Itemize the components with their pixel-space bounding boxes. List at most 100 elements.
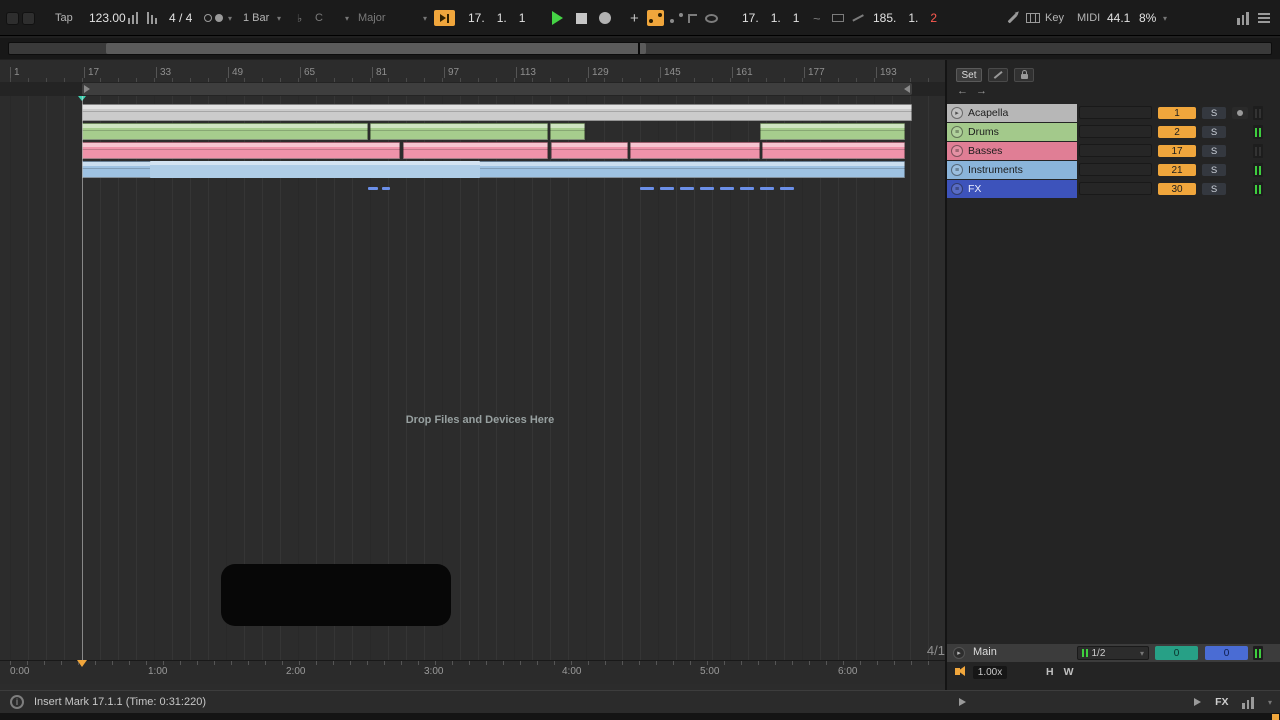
metronome-button[interactable] — [204, 0, 223, 36]
loop-button[interactable] — [705, 0, 718, 36]
bar-number[interactable]: 97 — [444, 67, 459, 78]
overview-viewport[interactable] — [106, 43, 646, 54]
time-signature-field[interactable]: 4 / 4 — [169, 0, 192, 36]
key-map-button[interactable]: Key — [1045, 0, 1064, 36]
track-io-slot[interactable] — [1079, 182, 1152, 195]
crossfade-chooser[interactable]: 1/2 ▾ — [1077, 646, 1149, 660]
track-name[interactable]: ≡Basses — [947, 142, 1077, 160]
fx-mini-clip[interactable] — [740, 187, 754, 190]
playback-speed-field[interactable]: 1.00x — [973, 666, 1007, 679]
main-track-row[interactable]: ▸ Main 1/2 ▾ 0 0 — [947, 644, 1280, 662]
menu-icon[interactable] — [1258, 0, 1270, 36]
loop-start-marker-icon[interactable] — [84, 85, 90, 93]
track-name[interactable]: ≡FX — [947, 180, 1077, 198]
instruments-clip[interactable] — [150, 161, 480, 178]
overload-meter-icon[interactable] — [1237, 0, 1249, 36]
track-number-badge[interactable]: 21 — [1158, 164, 1196, 176]
set-marker-button[interactable]: Set — [956, 68, 982, 82]
fx-mini-clip[interactable] — [720, 187, 734, 190]
solo-button[interactable]: S — [1202, 145, 1226, 157]
solo-button[interactable]: S — [1202, 107, 1226, 119]
cpu-caret[interactable]: ▾ — [1163, 0, 1167, 36]
track-header-instruments[interactable]: ≡Instruments21S — [947, 161, 1280, 179]
beat-time-ruler[interactable]: 1173349658197113129145161177193 — [0, 64, 947, 82]
scale-caret[interactable]: ▾ — [423, 0, 427, 36]
lane-basses[interactable] — [0, 142, 947, 160]
bar-number[interactable]: 161 — [732, 67, 753, 78]
bar-number[interactable]: 49 — [228, 67, 243, 78]
solo-button[interactable]: S — [1202, 183, 1226, 195]
cpu-meter[interactable]: 8% — [1139, 0, 1156, 36]
arrangement-position-field[interactable]: 17.1.1 — [468, 0, 525, 36]
speaker-icon[interactable] — [955, 668, 960, 675]
drums-clip[interactable] — [370, 123, 548, 140]
track-number-badge[interactable]: 17 — [1158, 145, 1196, 157]
arm-button[interactable] — [1232, 107, 1248, 119]
lock-button[interactable] — [1014, 68, 1034, 82]
nudge-up-button[interactable] — [147, 0, 157, 36]
fx-mini-clip[interactable] — [780, 187, 794, 190]
master-volume-field[interactable]: 0 — [1205, 646, 1248, 660]
bar-number[interactable]: 17 — [84, 67, 99, 78]
sample-rate-display[interactable]: 44.1 — [1107, 0, 1130, 36]
basses-clip[interactable] — [630, 142, 760, 159]
midi-map-button[interactable]: MIDI — [1077, 0, 1100, 36]
track-name[interactable]: ▸Acapella — [947, 104, 1077, 122]
loop-end-marker-icon[interactable] — [904, 85, 910, 93]
track-header-drums[interactable]: ≡Drums2S — [947, 123, 1280, 141]
track-io-slot[interactable] — [1079, 144, 1152, 157]
loop-brace-band[interactable] — [0, 82, 947, 96]
tempo-field[interactable]: 123.00 — [89, 0, 126, 36]
draw-marker-button[interactable] — [988, 68, 1008, 82]
link-toggles[interactable] — [6, 0, 35, 36]
scale-mode-icon[interactable]: ♭ — [297, 0, 302, 36]
arrangement-overview[interactable] — [0, 38, 1280, 59]
track-name[interactable]: ≡Drums — [947, 123, 1077, 141]
track-io-slot[interactable] — [1079, 125, 1152, 138]
status-caret-icon[interactable]: ▾ — [1268, 698, 1272, 707]
fx-mini-clip[interactable] — [660, 187, 674, 190]
prev-marker-button[interactable]: ← — [957, 85, 968, 97]
bar-number[interactable]: 1 — [10, 67, 20, 78]
cue-volume-field[interactable]: 0 — [1155, 646, 1198, 660]
basses-clip[interactable] — [82, 142, 400, 159]
track-number-badge[interactable]: 2 — [1158, 126, 1196, 138]
key-root-chooser[interactable]: C — [315, 0, 323, 36]
track-number-badge[interactable]: 30 — [1158, 183, 1196, 195]
quantize-caret[interactable]: ▾ — [277, 0, 281, 36]
bar-number[interactable]: 145 — [660, 67, 681, 78]
punch-out-button[interactable]: ~ — [813, 0, 821, 36]
track-header-acapella[interactable]: ▸Acapella1S — [947, 104, 1280, 122]
drums-clip[interactable] — [82, 123, 368, 140]
track-io-slot[interactable] — [1079, 163, 1152, 176]
track-header-basses[interactable]: ≡Basses 17 S — [947, 142, 1280, 160]
computer-midi-keyboard-button[interactable] — [1026, 0, 1040, 36]
metronome-menu-caret[interactable]: ▾ — [228, 0, 232, 36]
tap-tempo-button[interactable]: Tap — [55, 0, 73, 36]
loop-range-button[interactable] — [832, 0, 844, 36]
bar-number[interactable]: 81 — [372, 67, 387, 78]
solo-button[interactable]: S — [1202, 164, 1226, 176]
lane-acapella[interactable] — [0, 104, 947, 122]
bar-number[interactable]: 33 — [156, 67, 171, 78]
loop-region[interactable] — [82, 83, 912, 95]
drums-clip[interactable] — [760, 123, 905, 140]
play-button[interactable] — [552, 0, 563, 36]
lane-instruments[interactable] — [0, 161, 947, 179]
bar-number[interactable]: 177 — [804, 67, 825, 78]
bar-number[interactable]: 113 — [516, 67, 536, 78]
preview-play-icon[interactable] — [1194, 698, 1201, 706]
basses-clip[interactable] — [551, 142, 628, 159]
fx-mini-clip[interactable] — [382, 187, 390, 190]
drums-clip[interactable] — [550, 123, 585, 140]
lane-drums[interactable] — [0, 123, 947, 141]
follow-button[interactable] — [434, 0, 455, 36]
loop-length-field[interactable]: 185.1.2 — [873, 0, 937, 36]
acapella-clip[interactable] — [82, 104, 912, 121]
fx-mini-clip[interactable] — [368, 187, 378, 190]
overview-strip[interactable] — [8, 42, 1272, 55]
tap-pad-icon[interactable] — [22, 12, 35, 25]
lane-fx[interactable] — [0, 180, 947, 198]
track-header-fx[interactable]: ≡FX 30 S — [947, 180, 1280, 198]
status-play-icon[interactable] — [959, 698, 966, 706]
